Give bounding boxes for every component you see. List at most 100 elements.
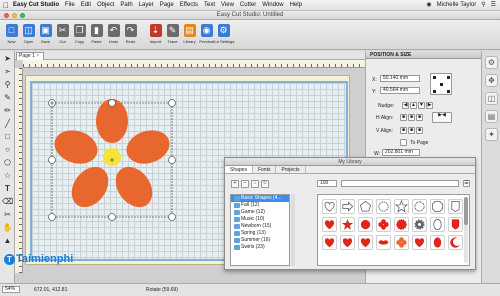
width-field[interactable]: 202.801 mm xyxy=(382,149,420,156)
shape-tile-heart-outline[interactable] xyxy=(322,199,337,214)
select-arrow-icon[interactable]: ➤ xyxy=(2,53,13,64)
hand-icon[interactable]: ✋ xyxy=(2,222,13,233)
menu-view[interactable]: View xyxy=(221,2,234,8)
shape-scrollbar-thumb[interactable] xyxy=(464,197,468,225)
shape-tile-star-red[interactable] xyxy=(340,217,355,232)
toolbar-import-button[interactable]: ⇣ Import xyxy=(148,20,163,49)
pencil-icon[interactable]: ✏ xyxy=(2,105,13,116)
menu-effects[interactable]: Effects xyxy=(180,2,198,8)
nudge-down-button[interactable]: ▼ xyxy=(418,102,425,109)
anchor-point-grid[interactable] xyxy=(430,73,452,95)
shape-tile-oval-red[interactable] xyxy=(430,235,445,250)
close-tab-icon[interactable]: × xyxy=(36,53,39,59)
fill-icon[interactable]: ▤ xyxy=(485,110,498,123)
toolbar-trace-button[interactable]: ✎ Trace xyxy=(165,20,180,49)
align-center-h-button[interactable]: ■ xyxy=(408,114,415,121)
menu-layer[interactable]: Layer xyxy=(139,2,154,8)
toolbar-preview-button[interactable]: ◉ Preview xyxy=(199,20,214,49)
shape-tile-arrow[interactable] xyxy=(340,199,355,214)
shape-tile-lips-red[interactable] xyxy=(376,235,391,250)
menu-page[interactable]: Page xyxy=(160,2,174,8)
eyedropper-icon[interactable]: ▲ xyxy=(2,235,13,246)
menu-cutter[interactable]: Cutter xyxy=(240,2,256,8)
tree-item-newborn[interactable]: Newborn (15) xyxy=(231,223,289,230)
apple-icon[interactable]:  xyxy=(3,1,13,10)
resize-handle-right[interactable] xyxy=(168,156,176,164)
rotate-handle-top-right[interactable] xyxy=(168,99,176,107)
library-menu-icon[interactable]: ☰ xyxy=(463,180,470,187)
flip-horizontal-button[interactable]: ▶◀ xyxy=(432,112,452,123)
shape-tile-heart-red-5[interactable] xyxy=(412,235,427,250)
shape-tile-pentagon[interactable] xyxy=(358,199,373,214)
zoom-select[interactable]: 54% xyxy=(2,286,20,293)
knife-icon[interactable]: ✂ xyxy=(2,209,13,220)
align-bottom-button[interactable]: ■ xyxy=(416,127,423,134)
ellipse-icon[interactable]: ○ xyxy=(2,144,13,155)
align-right-button[interactable]: ■ xyxy=(416,114,423,121)
zoom-window-button[interactable] xyxy=(20,13,25,18)
line-icon[interactable]: ╱ xyxy=(2,118,13,129)
rotate-handle-bottom-left[interactable] xyxy=(48,213,56,221)
menu-help[interactable]: Help xyxy=(290,2,302,8)
layers-icon[interactable]: ◫ xyxy=(485,92,498,105)
shape-tile-heart-red-3[interactable] xyxy=(340,235,355,250)
shape-tile-circle-red[interactable] xyxy=(358,217,373,232)
eraser-icon[interactable]: ⌫ xyxy=(2,196,13,207)
node-edit-icon[interactable]: ➣ xyxy=(2,66,13,77)
shape-scrollbar[interactable] xyxy=(464,197,468,263)
toolbar-undo-button[interactable]: ↶ Undo xyxy=(106,20,121,49)
menu-app[interactable]: Easy Cut Studio xyxy=(13,2,59,8)
shape-tile-flower-red[interactable] xyxy=(376,217,391,232)
zoom-icon[interactable]: ⚲ xyxy=(2,79,13,90)
delete-category-icon[interactable]: − xyxy=(241,180,249,188)
y-field[interactable]: 40.564 mm xyxy=(380,87,420,94)
shape-tile-flower-orange[interactable] xyxy=(394,235,409,250)
nudge-right-button[interactable]: ▶ xyxy=(426,102,433,109)
menu-path[interactable]: Path xyxy=(120,2,132,8)
menu-list-icon[interactable]: ☰ xyxy=(491,1,496,8)
user-name[interactable]: Michelle Taylor xyxy=(437,2,477,8)
toolbar-cut-settings-button[interactable]: ⚙ Cut Settings xyxy=(213,20,234,49)
transform-icon[interactable]: ✥ xyxy=(485,74,498,87)
gear-icon[interactable]: ⚙ xyxy=(485,56,498,69)
star-icon[interactable]: ☆ xyxy=(2,170,13,181)
nudge-left-button[interactable]: ◀ xyxy=(402,102,409,109)
shape-tile-heart-red-4[interactable] xyxy=(358,235,373,250)
tree-item-game[interactable]: Game (12) xyxy=(231,209,289,216)
zoom-level-field[interactable]: 100 xyxy=(317,180,337,187)
x-field[interactable]: 50.140 mm xyxy=(380,75,420,82)
menu-file[interactable]: File xyxy=(65,2,75,8)
shape-tile-gear-grey[interactable] xyxy=(412,217,427,232)
wifi-icon[interactable]: ◉ xyxy=(426,1,431,8)
shape-tile-star-outline[interactable] xyxy=(394,199,409,214)
menu-window[interactable]: Window xyxy=(262,2,283,8)
toolbar-redo-button[interactable]: ↷ Redo xyxy=(123,20,138,49)
effects-icon[interactable]: ✦ xyxy=(485,128,498,141)
close-window-button[interactable] xyxy=(4,13,9,18)
shape-tile-heart-red[interactable] xyxy=(322,217,337,232)
toolbar-new-button[interactable]: □ New xyxy=(4,20,19,49)
pen-icon[interactable]: ✎ xyxy=(2,92,13,103)
tree-item-summer[interactable]: Summer (16) xyxy=(231,237,289,244)
menu-text[interactable]: Text xyxy=(204,2,215,8)
tree-item-basic-shapes[interactable]: Basic Shapes (4... xyxy=(231,195,289,202)
menu-edit[interactable]: Edit xyxy=(81,2,91,8)
shape-tile-scallop[interactable] xyxy=(376,199,391,214)
shape-tile-badge[interactable] xyxy=(448,199,463,214)
tree-item-swirls[interactable]: Swirls (23) xyxy=(231,244,289,251)
toolbar-cut-button[interactable]: ✂ Cut xyxy=(55,20,70,49)
shape-tile-cog-red[interactable] xyxy=(394,217,409,232)
shape-tile-moon-red[interactable] xyxy=(448,235,463,250)
toolbar-save-button[interactable]: ▣ Save xyxy=(38,20,53,49)
rotate-handle-bottom-right[interactable] xyxy=(168,213,176,221)
import-shape-icon[interactable]: ↓ xyxy=(251,180,259,188)
toolbar-library-button[interactable]: ▤ Library xyxy=(182,20,197,49)
resize-handle-top[interactable] xyxy=(108,99,116,107)
refresh-icon[interactable]: ↻ xyxy=(261,180,269,188)
align-top-button[interactable]: ■ xyxy=(400,127,407,134)
toolbar-open-button[interactable]: ◫ Open xyxy=(21,20,36,49)
menu-object[interactable]: Object xyxy=(97,2,114,8)
shape-tile-octagon[interactable] xyxy=(430,199,445,214)
rectangle-icon[interactable]: □ xyxy=(2,131,13,142)
shape-tile-shield-red[interactable] xyxy=(448,217,463,232)
